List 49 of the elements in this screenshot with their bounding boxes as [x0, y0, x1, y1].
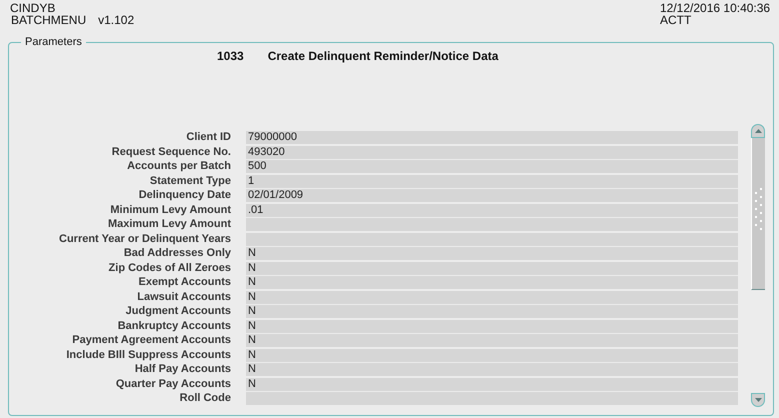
input-field[interactable]: 02/01/2009	[246, 189, 738, 202]
input-field[interactable]: N	[246, 247, 738, 260]
field-label: Payment Agreement Accounts	[71, 334, 231, 347]
field-label: Bankruptcy Accounts	[116, 320, 231, 332]
field-label: Half Pay Accounts	[134, 363, 231, 376]
input-field[interactable]: 1	[246, 174, 738, 188]
field-label: Current Year or Delinquent Years	[58, 232, 231, 246]
input-field[interactable]: N	[246, 363, 738, 376]
scroll-up-button[interactable]	[751, 124, 765, 138]
scroll-thumb[interactable]	[751, 138, 765, 290]
panel-legend: Parameters	[21, 36, 86, 48]
region-code: ACTT	[660, 14, 692, 26]
field-label: Client ID	[185, 131, 231, 144]
field-label: Quarter Pay Accounts	[114, 378, 231, 390]
field-label: Statement Type	[148, 174, 231, 188]
grip-icon	[754, 188, 762, 232]
input-field[interactable]: N	[246, 305, 738, 318]
program-version: v1.102	[98, 14, 134, 26]
input-field[interactable]: N	[246, 348, 738, 362]
scroll-down-button[interactable]	[751, 393, 765, 407]
field-label: Zip Codes of All Zeroes	[108, 262, 231, 274]
up-arrow-icon	[754, 129, 762, 133]
field-label: Delinquency Date	[138, 189, 231, 202]
job-number: 1033	[217, 49, 244, 63]
user-name: CINDYB	[10, 2, 56, 14]
field-label: Exempt Accounts	[137, 276, 231, 289]
down-arrow-icon	[754, 398, 762, 402]
input-field[interactable]: 79000000	[246, 131, 738, 144]
field-label: Roll Code	[178, 392, 231, 405]
input-field[interactable]: N	[246, 320, 738, 332]
field-label: Request Sequence No.	[110, 146, 231, 158]
field-label: Maximum Levy Amount	[106, 218, 231, 231]
input-field[interactable]: N	[246, 378, 738, 390]
field-label: Accounts per Batch	[126, 160, 231, 173]
job-title: Create Delinquent Reminder/Notice Data	[268, 49, 498, 63]
input-field[interactable]: .01	[246, 204, 738, 216]
input-field[interactable]: N	[246, 290, 738, 304]
field-label: Include BIll Suppress Accounts	[65, 348, 231, 362]
program-name: BATCHMENU	[11, 14, 86, 26]
field-label: Bad Addresses Only	[122, 247, 231, 260]
input-field[interactable]: N	[246, 334, 738, 347]
date-time: 12/12/2016 10:40:36	[660, 2, 770, 14]
input-field[interactable]: 493020	[246, 146, 738, 158]
field-label: Minimum Levy Amount	[109, 204, 231, 216]
input-field[interactable]: 500	[246, 160, 738, 173]
field-label: Judgment Accounts	[124, 305, 231, 318]
input-field[interactable]: N	[246, 276, 738, 289]
field-label: Lawsuit Accounts	[136, 290, 231, 304]
input-field[interactable]: N	[246, 262, 738, 274]
